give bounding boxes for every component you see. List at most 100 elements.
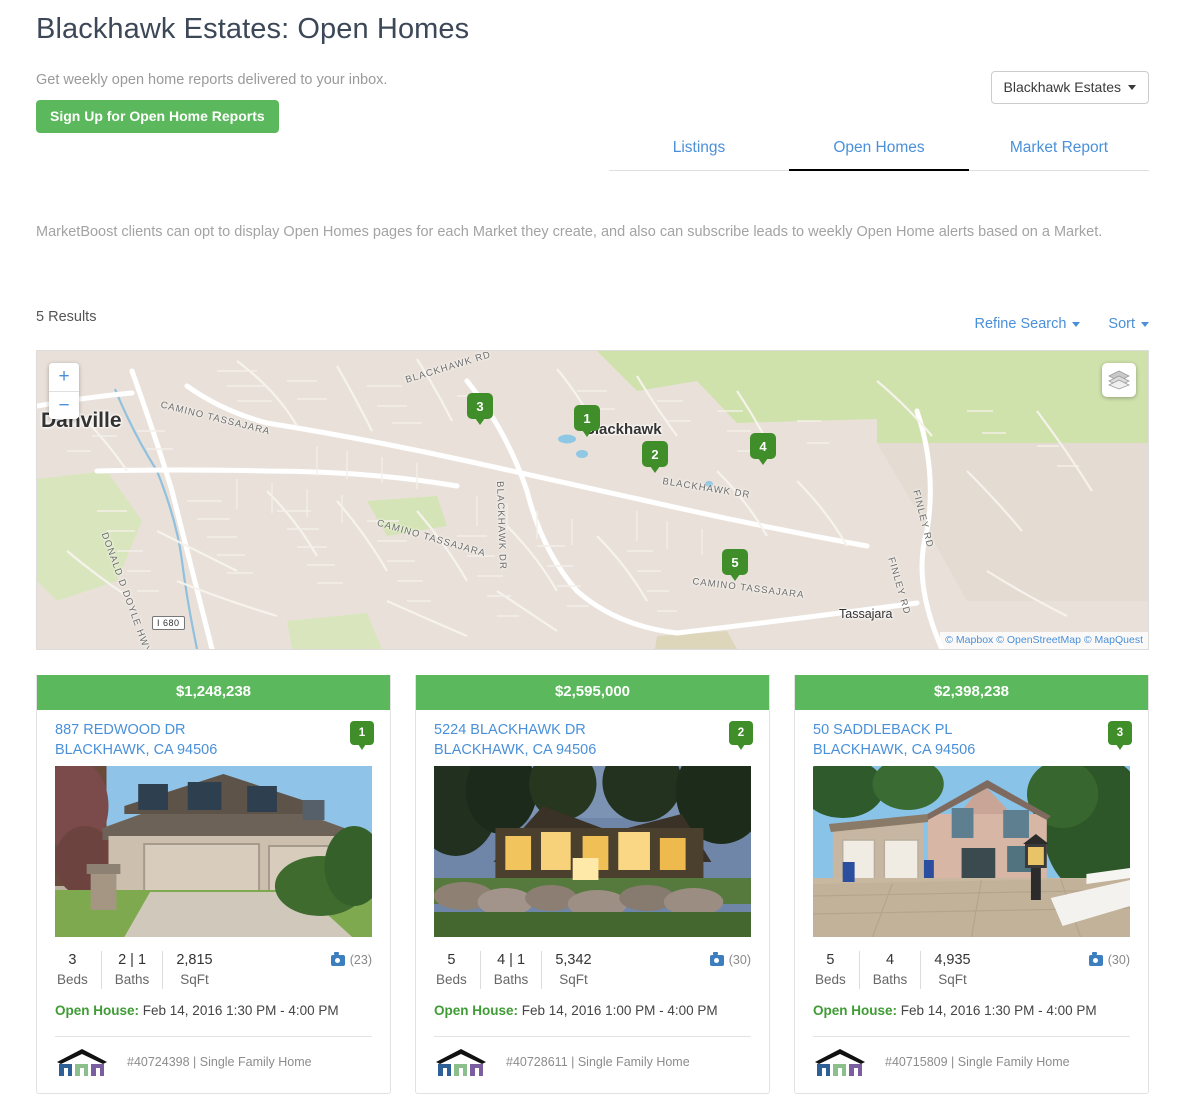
listing-citystate: BLACKHAWK, CA 94506 <box>55 742 218 758</box>
listing-citystate: BLACKHAWK, CA 94506 <box>813 742 976 758</box>
map-zoom-out-button[interactable]: − <box>49 391 79 419</box>
market-select-label: Blackhawk Estates <box>1003 79 1122 95</box>
listing-baths-label: Baths <box>114 972 150 987</box>
sort-label: Sort <box>1108 316 1135 332</box>
layers-icon <box>1108 370 1130 390</box>
listing-photo[interactable] <box>434 766 751 937</box>
listing-citystate: BLACKHAWK, CA 94506 <box>434 742 597 758</box>
listing-map-pin[interactable]: 1 <box>350 721 374 750</box>
listing-price: $1,248,238 <box>37 675 390 710</box>
tab-open-homes[interactable]: Open Homes <box>789 130 969 171</box>
listing-card[interactable]: $2,398,238 50 SADDLEBACK PL BLACKHAWK, C… <box>794 675 1149 1094</box>
listing-address-link[interactable]: 887 REDWOOD DR BLACKHAWK, CA 94506 <box>55 720 325 760</box>
chevron-down-icon <box>1072 322 1081 327</box>
map-zoom-in-button[interactable]: + <box>49 363 79 391</box>
listing-photo[interactable] <box>55 766 372 937</box>
map-attribution[interactable]: © Mapbox © OpenStreetMap © MapQuest <box>940 632 1148 649</box>
map-marker-3[interactable]: 3 <box>467 393 493 425</box>
listing-sqft-label: SqFt <box>180 972 209 987</box>
camera-icon <box>330 952 345 966</box>
results-count: 5 Results <box>36 309 97 325</box>
map-marker-4[interactable]: 4 <box>750 433 776 465</box>
map-marker-1[interactable]: 1 <box>574 405 600 437</box>
listing-baths: 2 | 1 Baths <box>100 951 163 989</box>
listing-beds-value: 3 <box>68 952 77 968</box>
listing-photo[interactable] <box>813 766 1130 937</box>
listing-beds-value: 5 <box>826 952 835 968</box>
map-marker-5[interactable]: 5 <box>722 549 748 581</box>
listing-street: 50 SADDLEBACK PL <box>813 722 953 738</box>
listing-cards: $1,248,238 887 REDWOOD DR BLACKHAWK, CA … <box>36 675 1150 1094</box>
listings-map[interactable]: Danville Blackhawk Tassajara BLACKHAWK R… <box>36 350 1149 650</box>
listing-beds-label: Beds <box>57 972 88 987</box>
open-homes-page: Blackhawk Estates: Open Homes Get weekly… <box>0 0 1185 1110</box>
listing-card[interactable]: $1,248,238 887 REDWOOD DR BLACKHAWK, CA … <box>36 675 391 1094</box>
tab-listings[interactable]: Listings <box>609 130 789 170</box>
listing-beds: 5 Beds <box>434 951 480 989</box>
listing-footer: #40724398 | Single Family Home <box>55 1036 372 1093</box>
camera-icon <box>1088 952 1103 966</box>
house-photo-3 <box>813 766 1130 937</box>
listing-beds-label: Beds <box>815 972 846 987</box>
listing-street: 5224 BLACKHAWK DR <box>434 722 586 738</box>
listing-photo-count-value: (23) <box>349 953 372 967</box>
house-photo-1 <box>55 766 372 937</box>
listing-photo-count-value: (30) <box>1107 953 1130 967</box>
listing-photo-count[interactable]: (23) <box>330 952 372 967</box>
house-photo-2 <box>434 766 751 937</box>
mls-logo-icon <box>57 1049 107 1076</box>
open-house-label: Open House: <box>813 1003 898 1018</box>
listing-price: $2,398,238 <box>795 675 1148 710</box>
mls-logo-icon <box>815 1049 865 1076</box>
tab-market-report[interactable]: Market Report <box>969 130 1149 170</box>
listing-sqft-value: 4,935 <box>934 952 971 968</box>
listing-map-pin[interactable]: 2 <box>729 721 753 750</box>
listing-sqft: 5,342 SqFt <box>541 951 604 989</box>
listing-address-row: 887 REDWOOD DR BLACKHAWK, CA 94506 1 <box>37 710 390 766</box>
signup-open-home-reports-button[interactable]: Sign Up for Open Home Reports <box>36 100 279 133</box>
sort-dropdown[interactable]: Sort <box>1108 315 1149 334</box>
listing-address-link[interactable]: 50 SADDLEBACK PL BLACKHAWK, CA 94506 <box>813 720 1083 760</box>
listing-address-row: 5224 BLACKHAWK DR BLACKHAWK, CA 94506 2 <box>416 710 769 766</box>
listing-sqft: 4,935 SqFt <box>920 951 983 989</box>
listing-map-pin[interactable]: 3 <box>1108 721 1132 750</box>
listing-beds-label: Beds <box>436 972 467 987</box>
listing-card[interactable]: $2,595,000 5224 BLACKHAWK DR BLACKHAWK, … <box>415 675 770 1094</box>
listing-photo-count[interactable]: (30) <box>1088 952 1130 967</box>
listing-stats: 5 Beds 4 Baths 4,935 SqFt (30) <box>795 937 1148 989</box>
page-tabs: Listings Open Homes Market Report <box>609 130 1149 171</box>
listing-open-house: Open House: Feb 14, 2016 1:30 PM - 4:00 … <box>37 989 390 1020</box>
listing-mls-info: #40724398 | Single Family Home <box>127 1055 312 1069</box>
refine-search-label: Refine Search <box>974 316 1067 332</box>
listing-footer: #40715809 | Single Family Home <box>813 1036 1130 1093</box>
chevron-down-icon <box>1128 85 1136 90</box>
map-zoom-control: + − <box>49 363 79 419</box>
listing-baths: 4 Baths <box>858 951 921 989</box>
listing-baths: 4 | 1 Baths <box>479 951 542 989</box>
listing-photo-count[interactable]: (30) <box>709 952 751 967</box>
map-marker-2[interactable]: 2 <box>642 441 668 473</box>
listing-baths-value: 2 | 1 <box>118 952 147 968</box>
listing-address-link[interactable]: 5224 BLACKHAWK DR BLACKHAWK, CA 94506 <box>434 720 704 760</box>
camera-icon <box>709 952 724 966</box>
map-layers-button[interactable] <box>1102 363 1136 397</box>
listing-open-house: Open House: Feb 14, 2016 1:30 PM - 4:00 … <box>795 989 1148 1020</box>
listing-beds: 3 Beds <box>55 951 101 989</box>
listing-sqft-value: 5,342 <box>555 952 592 968</box>
listing-beds-value: 5 <box>447 952 456 968</box>
market-select-dropdown[interactable]: Blackhawk Estates <box>990 71 1149 104</box>
listing-open-house: Open House: Feb 14, 2016 1:00 PM - 4:00 … <box>416 989 769 1020</box>
refine-search-dropdown[interactable]: Refine Search <box>975 315 1081 334</box>
listing-stats: 5 Beds 4 | 1 Baths 5,342 SqFt (30) <box>416 937 769 989</box>
page-description: MarketBoost clients can opt to display O… <box>36 224 1103 240</box>
listing-sqft-label: SqFt <box>938 972 967 987</box>
listing-beds: 5 Beds <box>813 951 859 989</box>
listing-baths-value: 4 <box>886 952 895 968</box>
listing-stats: 3 Beds 2 | 1 Baths 2,815 SqFt (23) <box>37 937 390 989</box>
listing-price: $2,595,000 <box>416 675 769 710</box>
listing-street: 887 REDWOOD DR <box>55 722 186 738</box>
listing-address-row: 50 SADDLEBACK PL BLACKHAWK, CA 94506 3 <box>795 710 1148 766</box>
open-house-time: Feb 14, 2016 1:00 PM - 4:00 PM <box>521 1003 718 1018</box>
results-actions: Refine Search Sort <box>975 315 1149 334</box>
listing-baths-label: Baths <box>493 972 529 987</box>
